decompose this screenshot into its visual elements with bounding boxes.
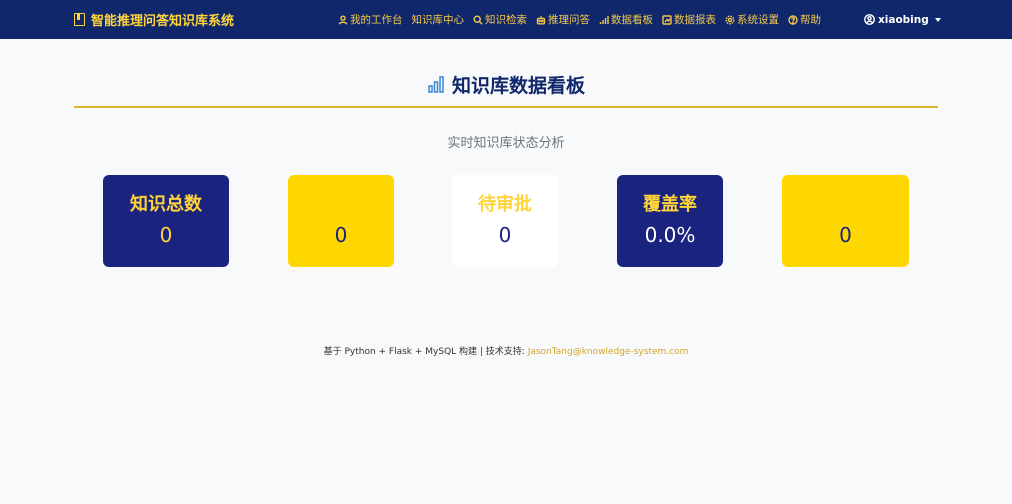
bar-chart-icon	[599, 15, 609, 24]
nav-item-workbench[interactable]: 我的工作台	[338, 12, 403, 27]
username: xiaobing	[878, 13, 929, 26]
stat-card-coverage: 覆盖率 0.0%	[617, 175, 723, 267]
stat-card-2: 0	[288, 175, 394, 267]
user-icon	[338, 15, 348, 25]
search-icon	[473, 14, 483, 25]
nav-item-reasoning-qa[interactable]: 推理问答	[536, 12, 590, 27]
nav-item-data-dashboard[interactable]: 数据看板	[599, 12, 653, 27]
nav-links: 我的工作台 知识库中心 知识检索 推理问答 数据看板 数据报表 系统设置 帮助	[338, 0, 830, 39]
page-title-text: 知识库数据看板	[451, 74, 585, 97]
stat-value: 0	[334, 223, 348, 247]
footer-text: 基于 Python + Flask + MySQL 构建 | 技术支持:	[323, 347, 528, 357]
support-email-link[interactable]: JasonTang@knowledge-system.com	[528, 347, 689, 357]
stat-card-5: 0	[782, 175, 909, 267]
nav-item-knowledge-search[interactable]: 知识检索	[473, 12, 527, 27]
gear-icon	[725, 15, 735, 24]
book-icon	[74, 13, 85, 26]
stat-value: 0	[498, 223, 512, 247]
page-footer: 基于 Python + Flask + MySQL 构建 | 技术支持: Jas…	[0, 344, 1012, 357]
stat-label: 待审批	[478, 194, 532, 215]
help-icon	[788, 14, 798, 25]
caret-down-icon	[934, 17, 941, 22]
nav-item-data-report[interactable]: 数据报表	[662, 12, 716, 27]
title-divider	[74, 106, 938, 108]
user-menu-toggle[interactable]: xiaobing	[864, 0, 941, 39]
user-circle-icon	[864, 14, 875, 25]
stat-label: 覆盖率	[643, 194, 697, 215]
stat-value: 0	[839, 223, 852, 247]
report-icon	[662, 14, 672, 25]
top-navbar: 智能推理问答知识库系统 我的工作台 知识库中心 知识检索 推理问答 数据看板 数…	[0, 0, 1012, 39]
stat-value: 0	[159, 223, 173, 247]
stat-label: 知识总数	[130, 194, 202, 215]
bar-chart-icon	[428, 76, 444, 93]
page-subtitle: 实时知识库状态分析	[447, 136, 565, 151]
nav-item-help[interactable]: 帮助	[788, 12, 821, 27]
robot-icon	[536, 15, 546, 25]
stat-card-pending: 待审批 0	[452, 175, 558, 267]
brand-link[interactable]: 智能推理问答知识库系统	[74, 0, 234, 39]
stat-card-total: 知识总数 0	[103, 175, 229, 267]
brand-title: 智能推理问答知识库系统	[91, 14, 235, 29]
stat-value: 0.0%	[644, 223, 696, 247]
nav-item-knowledge-center[interactable]: 知识库中心	[412, 12, 465, 27]
page-title: 知识库数据看板	[74, 66, 938, 102]
nav-item-system-settings[interactable]: 系统设置	[725, 12, 779, 27]
